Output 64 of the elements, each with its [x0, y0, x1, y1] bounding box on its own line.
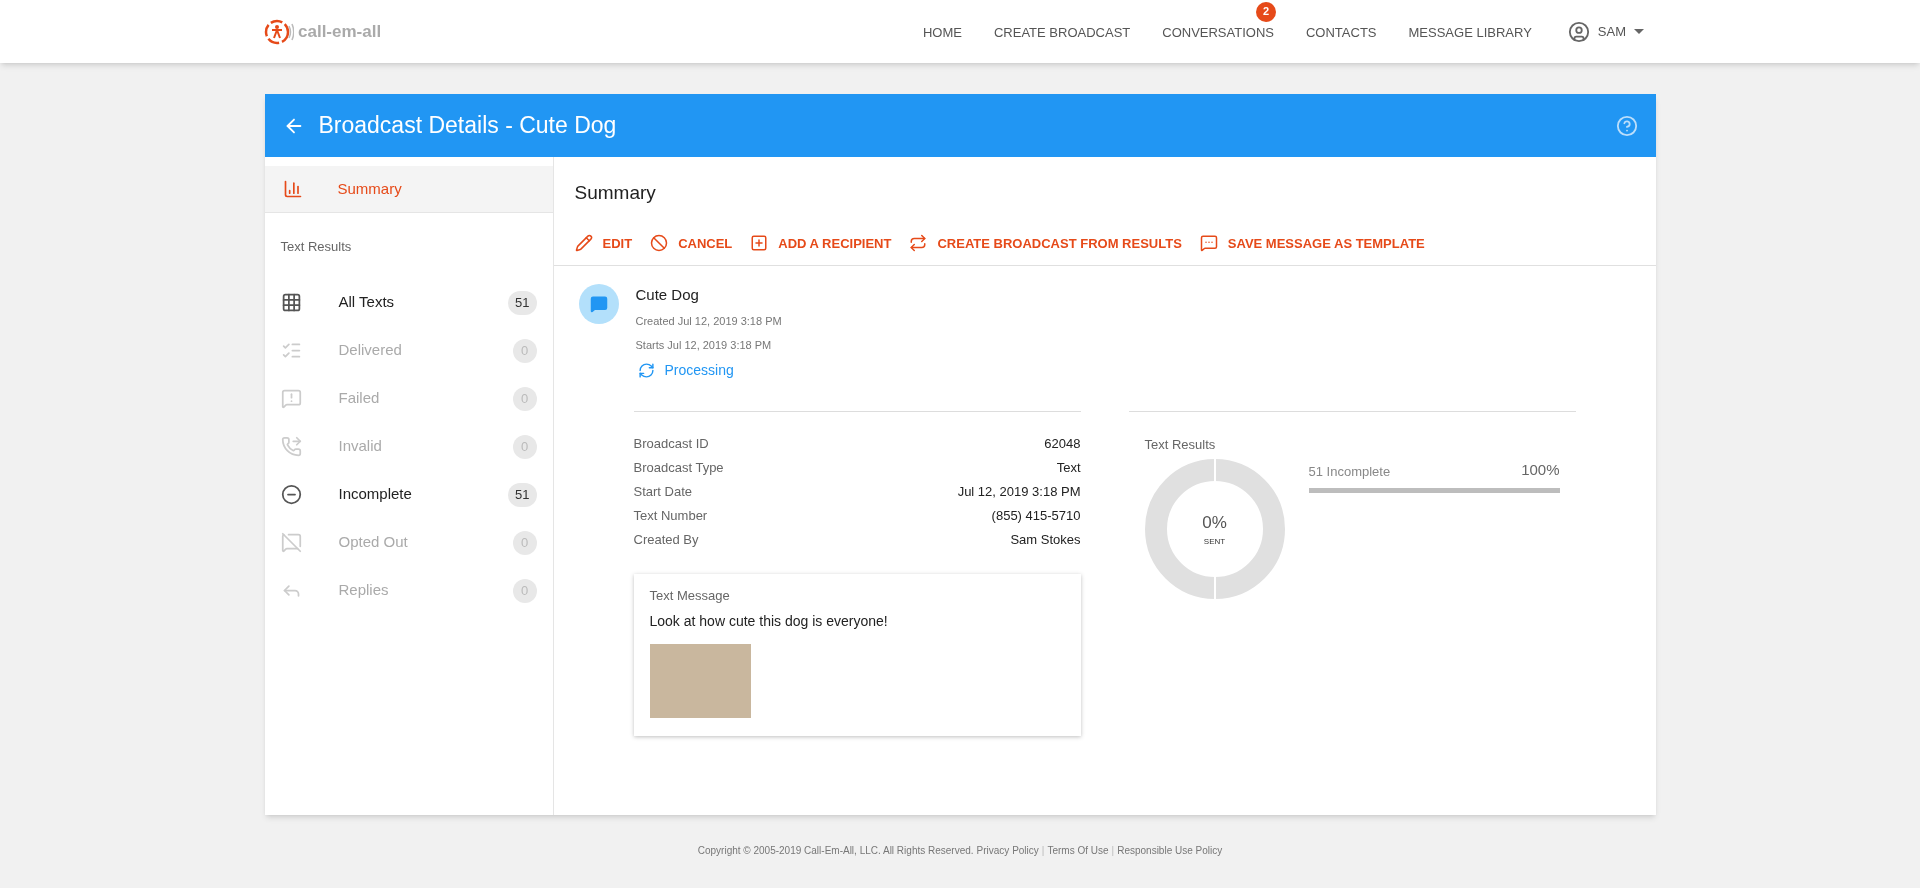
donut-value: 0% [1202, 512, 1227, 535]
ban-icon [650, 234, 669, 253]
message-icon [1199, 234, 1218, 253]
results-title: Text Results [1144, 435, 1217, 454]
detail-value: Text [1056, 459, 1081, 478]
result-percent: 100% [1521, 460, 1560, 480]
broadcast-name: Cute Dog [635, 285, 700, 305]
detail-label: Broadcast Type [633, 459, 724, 478]
message-alert-icon [280, 388, 302, 409]
chat-icon [589, 295, 608, 313]
separator: | [1111, 844, 1115, 858]
repeat-icon [909, 234, 928, 253]
footer-link[interactable]: Terms Of Use [1047, 843, 1109, 858]
created-date: Created Jul 12, 2019 3:18 PM [635, 313, 782, 329]
separator: | [1041, 844, 1045, 858]
detail-label: Created By [633, 531, 699, 550]
help-icon[interactable] [1615, 114, 1638, 137]
minus-circle-icon [280, 484, 302, 505]
detail-label: Start Date [633, 483, 693, 502]
footer-link[interactable]: Privacy Policy [976, 843, 1039, 858]
caret-icon [1634, 28, 1644, 35]
nav-link[interactable]: CONVERSATIONS [1162, 24, 1274, 40]
grid-icon [280, 292, 302, 313]
detail-value: Sam Stokes [1010, 531, 1081, 550]
count-badge: 51 [508, 482, 537, 507]
page-title: Broadcast Details - Cute Dog [318, 111, 617, 141]
phone-icon [280, 436, 302, 457]
sync-icon [637, 361, 655, 379]
action-button[interactable]: SAVE MESSAGE AS TEMPLATE [1199, 233, 1425, 253]
sidebar-section-title: Text Results [279, 238, 353, 256]
nav-link[interactable]: MESSAGE LIBRARY [1408, 24, 1532, 40]
action-button[interactable]: EDIT [574, 233, 633, 253]
logo-text[interactable]: call-em-all [298, 18, 382, 45]
message-text: Look at how cute this dog is everyone! [649, 612, 889, 631]
footer-link[interactable]: Responsible Use Policy [1117, 843, 1223, 858]
notification-badge: 2 [1255, 1, 1276, 22]
sidebar-item[interactable]: Incomplete 51 [264, 470, 553, 519]
section-title: Summary [573, 181, 657, 205]
result-label: 51 Incomplete [1308, 463, 1391, 481]
sidebar-summary-item[interactable]: Summary [264, 166, 553, 213]
copyright-text: Copyright © 2005-2019 Call-Em-All, LLC. All Rights Reserved. [697, 844, 974, 858]
detail-value: 62048 [1044, 435, 1081, 454]
detail-value: Jul 12, 2019 3:18 PM [957, 483, 1081, 502]
card-title: Text Message [649, 586, 731, 605]
donut-label: SENT [1203, 535, 1226, 548]
status-text: Processing [664, 360, 734, 380]
bar-chart-icon [282, 179, 303, 199]
plus-square-icon [750, 234, 769, 253]
action-button[interactable]: CREATE BROADCAST FROM RESULTS [909, 233, 1182, 253]
user-menu[interactable]: SAM [1567, 20, 1644, 43]
sidebar-item[interactable]: All Texts 51 [264, 278, 553, 327]
detail-value: (855) 415-5710 [991, 507, 1081, 526]
detail-label: Text Number [633, 507, 708, 526]
count-badge: 51 [508, 290, 537, 315]
nav-link[interactable]: CREATE BROADCAST [993, 24, 1131, 40]
user-icon [1567, 20, 1590, 43]
nav-link[interactable]: HOME [922, 24, 962, 40]
nav-link[interactable]: CONTACTS [1305, 24, 1377, 40]
message-off-icon [280, 532, 302, 553]
action-button[interactable]: CANCEL [650, 233, 733, 253]
pencil-icon [574, 234, 593, 253]
start-date: Starts Jul 12, 2019 3:18 PM [635, 338, 773, 353]
detail-label: Broadcast ID [633, 435, 709, 454]
action-button[interactable]: ADD A RECIPIENT [750, 233, 892, 253]
